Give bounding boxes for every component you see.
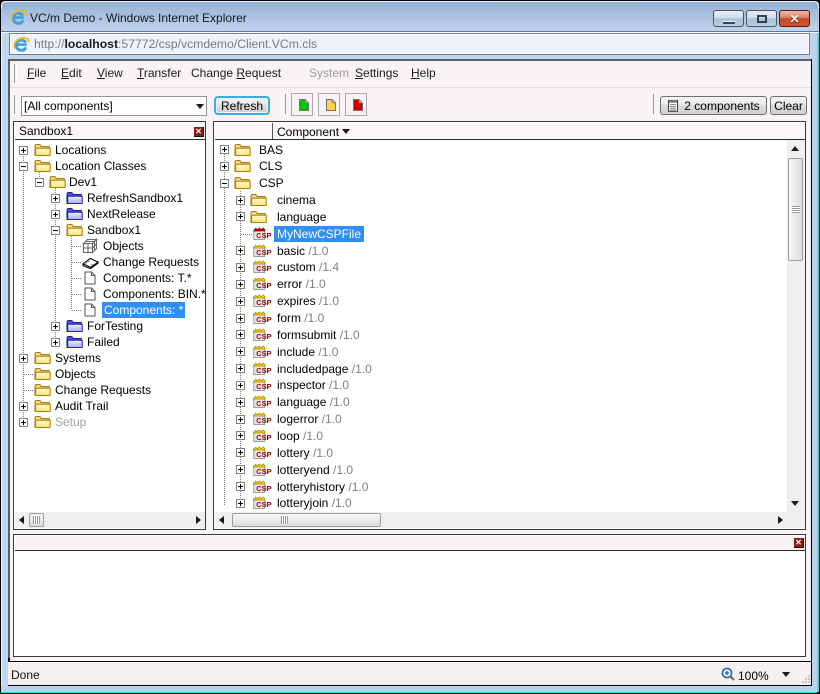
svg-text:CSP: CSP xyxy=(256,450,271,459)
svg-text:CSP: CSP xyxy=(256,365,271,374)
svg-text:CSP: CSP xyxy=(256,231,271,240)
svg-text:CSP: CSP xyxy=(256,264,271,273)
svg-text:CSP: CSP xyxy=(256,332,271,341)
svg-text:CSP: CSP xyxy=(256,399,271,408)
svg-text:CSP: CSP xyxy=(256,348,271,357)
svg-text:CSP: CSP xyxy=(256,281,271,290)
svg-text:CSP: CSP xyxy=(256,247,271,256)
svg-text:CSP: CSP xyxy=(256,466,271,475)
svg-text:CSP: CSP xyxy=(256,500,271,509)
svg-text:CSP: CSP xyxy=(256,315,271,324)
svg-text:CSP: CSP xyxy=(256,298,271,307)
svg-text:CSP: CSP xyxy=(256,382,271,391)
svg-text:CSP: CSP xyxy=(256,483,271,492)
svg-text:CSP: CSP xyxy=(256,433,271,442)
svg-text:CSP: CSP xyxy=(256,416,271,425)
